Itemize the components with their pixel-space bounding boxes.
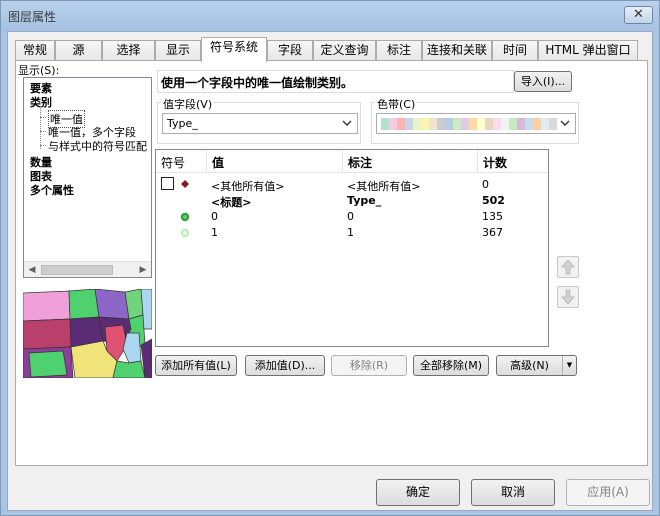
- tree-connector: [40, 108, 41, 149]
- color-ramp-swatch-10: [461, 118, 469, 130]
- dropdown-arrow-icon[interactable]: ▼: [562, 356, 576, 375]
- show-label: 显示(S):: [18, 64, 60, 77]
- tree-item-match-to-symbols[interactable]: 与样式中的符号匹配: [48, 138, 147, 154]
- tab-fields[interactable]: 字段: [267, 40, 313, 61]
- color-ramp-swatch-13: [485, 118, 493, 130]
- header-label[interactable]: 标注: [343, 150, 478, 173]
- window-title: 图层属性: [8, 10, 57, 24]
- unique-values-table[interactable]: 符号 值 标注 计数 <其他所有值> <其他所有值> 0 <标题> Type_ …: [155, 149, 549, 347]
- color-ramp-swatch-4: [413, 118, 421, 130]
- color-ramp-swatch-20: [541, 118, 549, 130]
- color-ramp-label: 色带(C): [375, 96, 418, 112]
- color-ramp-swatch-7: [437, 118, 445, 130]
- row-1-count: 502: [482, 194, 505, 207]
- light-green-point-symbol-icon[interactable]: [180, 228, 190, 238]
- remove-button[interactable]: 移除(R): [331, 355, 407, 376]
- arrow-up-icon: [561, 259, 575, 275]
- title-bar[interactable]: 图层属性 ✕: [1, 1, 659, 31]
- diamond-marker-icon[interactable]: [181, 180, 189, 188]
- color-ramp-swatch-18: [525, 118, 533, 130]
- tab-strip: 常规 源 选择 显示 符号系统 字段 定义查询 标注 连接和关联 时间 HTML…: [8, 37, 654, 62]
- tab-joins-relates[interactable]: 连接和关联: [422, 40, 492, 61]
- header-value[interactable]: 值: [207, 150, 343, 173]
- color-ramp-swatch-16: [509, 118, 517, 130]
- renderer-description: 使用一个字段中的唯一值绘制类别。: [157, 70, 514, 93]
- color-ramp-swatch-14: [493, 118, 501, 130]
- row-2-count: 135: [482, 210, 503, 223]
- tab-general[interactable]: 常规: [15, 40, 55, 61]
- chevron-down-icon: [560, 120, 570, 126]
- scroll-left-icon[interactable]: ◀: [24, 262, 40, 277]
- color-ramp-swatch-5: [421, 118, 429, 130]
- value-field-value: Type_: [167, 117, 198, 130]
- color-ramp-dropdown[interactable]: [376, 113, 576, 134]
- tree-horizontal-scrollbar[interactable]: ◀ ▶: [24, 261, 151, 277]
- import-button[interactable]: 导入(I)...: [514, 71, 572, 92]
- layer-properties-window: 图层属性 ✕ 常规 源 选择 显示 符号系统 字段 定义查询 标注 连接和关联 …: [0, 0, 660, 516]
- tab-symbology[interactable]: 符号系统: [201, 37, 267, 62]
- row-1-label[interactable]: Type_: [347, 194, 381, 207]
- arrow-down-icon: [561, 289, 575, 305]
- move-up-button[interactable]: [557, 256, 579, 278]
- color-ramp-swatch-17: [517, 118, 525, 130]
- color-ramp-swatch: [381, 118, 557, 130]
- color-ramp-swatch-15: [501, 118, 509, 130]
- scroll-right-icon[interactable]: ▶: [135, 262, 151, 277]
- symbology-panel: 显示(S): 要素 类别 唯一值 唯一值，多个字段 与样式中的符号匹配 数量 图…: [15, 60, 648, 466]
- color-ramp-swatch-9: [453, 118, 461, 130]
- preview-map-image: [23, 289, 152, 378]
- tab-display[interactable]: 显示: [155, 40, 201, 61]
- close-icon: ✕: [633, 7, 644, 22]
- tree-item-categories[interactable]: 类别: [30, 94, 52, 110]
- tab-html-popup[interactable]: HTML 弹出窗口: [538, 40, 638, 61]
- color-ramp-swatch-8: [445, 118, 453, 130]
- header-count[interactable]: 计数: [478, 150, 548, 173]
- add-all-values-button[interactable]: 添加所有值(L): [155, 355, 237, 376]
- color-ramp-swatch-6: [429, 118, 437, 130]
- advanced-button[interactable]: 高级(N) ▼: [496, 355, 577, 376]
- move-down-button[interactable]: [557, 286, 579, 308]
- cancel-button[interactable]: 取消: [471, 479, 555, 506]
- advanced-label: 高级(N): [510, 359, 549, 372]
- color-ramp-swatch-21: [549, 118, 557, 130]
- color-ramp-swatch-11: [469, 118, 477, 130]
- row-3-value[interactable]: 1: [211, 226, 218, 239]
- row-2-label[interactable]: 0: [347, 210, 354, 223]
- tab-definition-query[interactable]: 定义查询: [313, 40, 376, 61]
- header-symbol[interactable]: 符号: [156, 150, 207, 173]
- symbology-preview-map: [23, 289, 152, 378]
- color-ramp-swatch-1: [389, 118, 397, 130]
- close-button[interactable]: ✕: [624, 6, 653, 24]
- value-field-label: 值字段(V): [161, 96, 215, 112]
- remove-all-button[interactable]: 全部移除(M): [413, 355, 489, 376]
- color-ramp-swatch-0: [381, 118, 389, 130]
- symbol-checkbox-icon[interactable]: [161, 177, 174, 190]
- row-1-value[interactable]: <标题>: [211, 194, 251, 210]
- dialog-client: 常规 源 选择 显示 符号系统 字段 定义查询 标注 连接和关联 时间 HTML…: [7, 31, 653, 511]
- color-ramp-swatch-2: [397, 118, 405, 130]
- row-0-label[interactable]: <其他所有值>: [347, 178, 420, 194]
- tab-source[interactable]: 源: [55, 40, 102, 61]
- value-field-dropdown[interactable]: Type_: [162, 113, 358, 134]
- row-2-value[interactable]: 0: [211, 210, 218, 223]
- green-point-symbol-icon[interactable]: [180, 212, 190, 222]
- color-ramp-swatch-12: [477, 118, 485, 130]
- tab-selection[interactable]: 选择: [102, 40, 155, 61]
- row-0-count: 0: [482, 178, 489, 191]
- tab-time[interactable]: 时间: [492, 40, 538, 61]
- row-3-label[interactable]: 1: [347, 226, 354, 239]
- color-ramp-swatch-19: [533, 118, 541, 130]
- chevron-down-icon: [342, 120, 352, 126]
- ok-button[interactable]: 确定: [376, 479, 460, 506]
- renderer-tree[interactable]: 要素 类别 唯一值 唯一值，多个字段 与样式中的符号匹配 数量 图表 多个属性 …: [23, 77, 152, 278]
- add-values-button[interactable]: 添加值(D)...: [245, 355, 325, 376]
- row-3-count: 367: [482, 226, 503, 239]
- tree-item-multiple-attributes[interactable]: 多个属性: [30, 182, 74, 198]
- tab-labels[interactable]: 标注: [376, 40, 422, 61]
- apply-button[interactable]: 应用(A): [566, 479, 650, 506]
- row-0-value[interactable]: <其他所有值>: [211, 178, 284, 194]
- color-ramp-swatch-3: [405, 118, 413, 130]
- scroll-thumb[interactable]: [41, 265, 113, 275]
